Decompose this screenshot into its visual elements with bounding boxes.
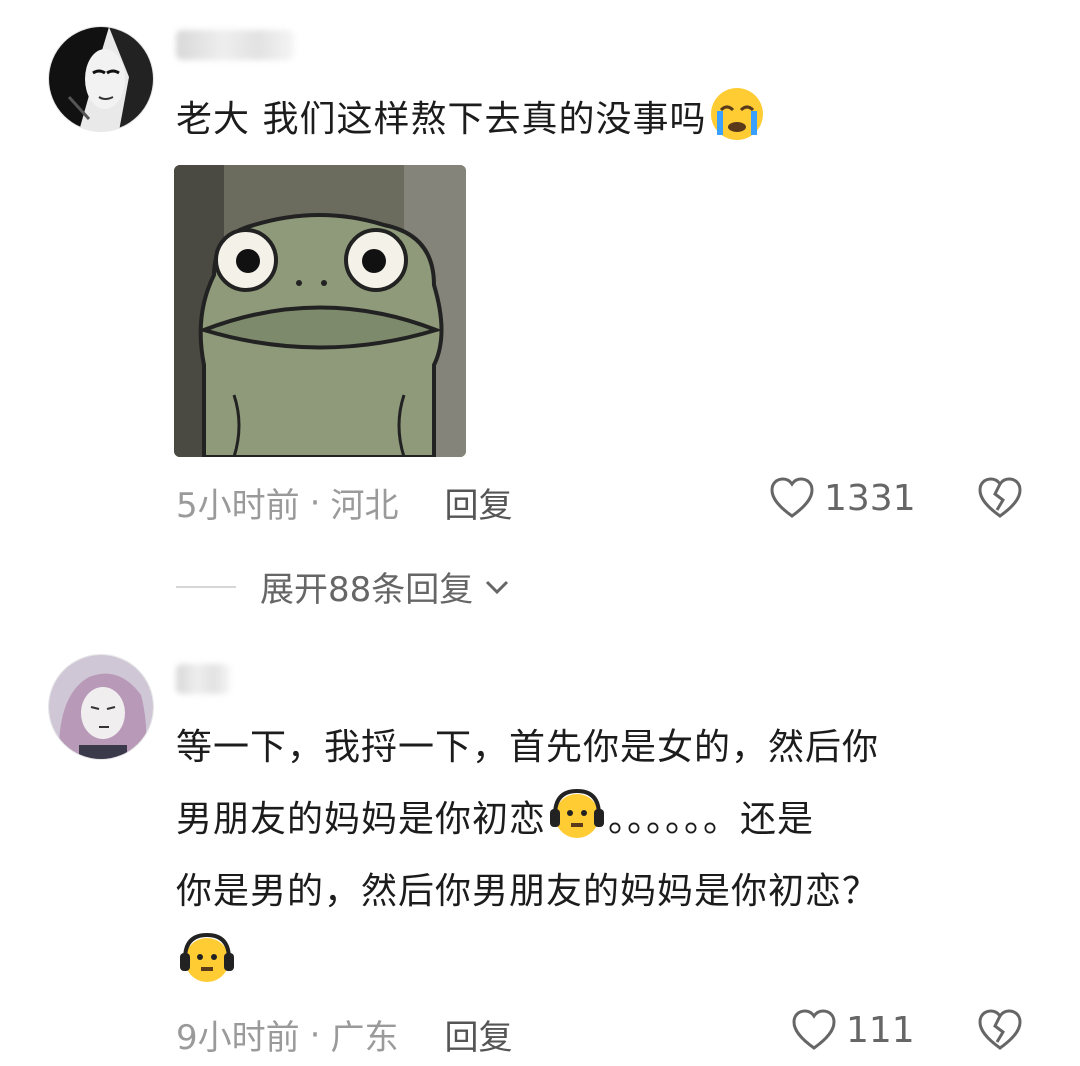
comment-text: 老大 我们这样熬下去真的没事吗 [176, 84, 768, 156]
reply-button[interactable]: 回复 [444, 1010, 512, 1059]
comment-text: 等一下，我捋一下，首先你是女的，然后你 男朋友的妈妈是你初恋 。。。。。。还是 … [176, 712, 1056, 1000]
heart-icon [792, 1009, 836, 1050]
headphone-frown-face-icon [548, 785, 606, 843]
heart-icon [770, 477, 814, 518]
comment-image[interactable] [174, 165, 466, 457]
location: 广东 [330, 1018, 399, 1058]
dislike-button[interactable] [976, 1008, 1024, 1056]
username-blurred[interactable] [176, 664, 230, 694]
crying-face-icon [708, 85, 766, 143]
comment-meta: 5小时前 · 河北 回复 [176, 478, 512, 527]
timestamp: 9小时前 [176, 1018, 300, 1058]
like-count: 111 [846, 1009, 915, 1051]
divider [176, 585, 236, 588]
expand-replies-label: 展开88条回复 [260, 570, 474, 610]
like-button[interactable]: 111 [790, 1008, 915, 1052]
dislike-button[interactable] [976, 476, 1024, 524]
username-blurred[interactable] [176, 30, 294, 60]
avatar[interactable] [48, 654, 154, 760]
broken-heart-icon [978, 477, 1022, 518]
timestamp: 5小时前 [176, 486, 300, 526]
like-button[interactable]: 1331 [768, 476, 916, 520]
headphone-frown-face-icon [178, 929, 236, 987]
chevron-down-icon [486, 580, 509, 594]
expand-replies[interactable]: 展开88条回复 [176, 562, 513, 611]
comment-meta: 9小时前 · 广东 回复 [176, 1010, 512, 1059]
broken-heart-icon [978, 1009, 1022, 1050]
location: 河北 [330, 486, 399, 526]
reply-button[interactable]: 回复 [444, 478, 512, 527]
avatar[interactable] [48, 26, 154, 132]
like-count: 1331 [824, 477, 916, 519]
